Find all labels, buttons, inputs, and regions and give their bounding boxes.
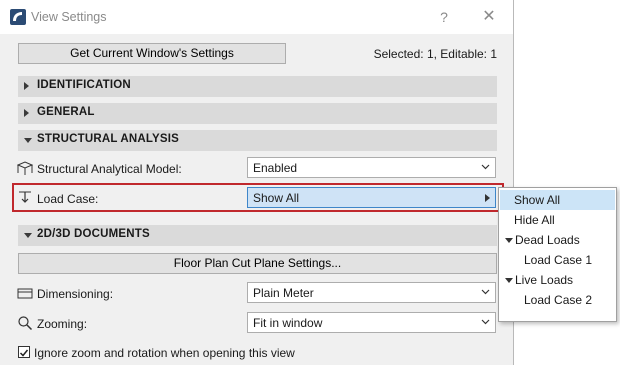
menu-item-show-all[interactable]: Show All (500, 190, 615, 210)
collapse-arrow-icon (505, 238, 513, 243)
section-label: 2D/3D DOCUMENTS (37, 228, 150, 240)
section-structural-analysis[interactable]: STRUCTURAL ANALYSIS (18, 130, 497, 151)
load-case-dropdown-menu: Show All Hide All Dead Loads Load Case 1… (498, 187, 617, 322)
chevron-down-icon (481, 164, 490, 170)
menu-item-label: Load Case 2 (524, 293, 593, 307)
submenu-arrow-icon (485, 194, 490, 202)
dimensioning-label: Dimensioning: (37, 287, 114, 301)
structural-model-icon (17, 161, 33, 175)
collapse-arrow-icon (505, 278, 513, 283)
floor-plan-cut-plane-settings-button[interactable]: Floor Plan Cut Plane Settings... (18, 253, 497, 274)
section-label: STRUCTURAL ANALYSIS (37, 133, 180, 145)
menu-item-label: Hide All (514, 213, 555, 227)
load-case-select[interactable]: Show All (247, 187, 496, 208)
structural-model-label: Structural Analytical Model: (37, 162, 182, 176)
close-button[interactable]: ✕ (478, 6, 500, 28)
load-case-icon (19, 191, 31, 203)
menu-group-live-loads[interactable]: Live Loads (500, 270, 615, 290)
menu-item-hide-all[interactable]: Hide All (500, 210, 615, 230)
menu-item-label: Dead Loads (515, 233, 580, 247)
menu-item-label: Live Loads (515, 273, 574, 287)
zooming-label: Zooming: (37, 317, 88, 331)
collapse-arrow-icon (24, 233, 32, 238)
section-label: GENERAL (37, 106, 95, 118)
ignore-zoom-checkbox[interactable] (18, 346, 30, 358)
collapse-arrow-icon (24, 138, 32, 143)
menu-item-label: Load Case 1 (524, 253, 593, 267)
section-general[interactable]: GENERAL (18, 103, 497, 124)
selected-editable-info: Selected: 1, Editable: 1 (373, 47, 497, 61)
archicad-app-icon (10, 9, 26, 25)
ignore-zoom-label: Ignore zoom and rotation when opening th… (34, 346, 295, 360)
section-identification[interactable]: IDENTIFICATION (18, 76, 497, 97)
chevron-down-icon (481, 319, 490, 325)
dimensioning-value: Plain Meter (253, 286, 314, 300)
menu-item-load-case-2[interactable]: Load Case 2 (500, 290, 615, 310)
zoom-icon (18, 316, 33, 331)
zooming-value: Fit in window (253, 316, 323, 330)
structural-model-value: Enabled (253, 161, 298, 175)
chevron-down-icon (481, 289, 490, 295)
section-2d3d-documents[interactable]: 2D/3D DOCUMENTS (18, 225, 497, 246)
title-bar: View Settings ? ✕ (0, 0, 513, 34)
expand-arrow-icon (24, 109, 29, 117)
load-case-label: Load Case: (37, 192, 99, 206)
window-title: View Settings (31, 10, 107, 24)
expand-arrow-icon (24, 82, 29, 90)
menu-item-label: Show All (514, 193, 561, 207)
help-button[interactable]: ? (433, 6, 455, 28)
zooming-select[interactable]: Fit in window (247, 312, 496, 333)
dimensioning-icon (17, 288, 33, 299)
menu-group-dead-loads[interactable]: Dead Loads (500, 230, 615, 250)
view-settings-dialog: View Settings ? ✕ Get Current Window's S… (0, 0, 514, 365)
dimensioning-select[interactable]: Plain Meter (247, 282, 496, 303)
get-current-window-settings-button[interactable]: Get Current Window's Settings (18, 43, 286, 64)
load-case-value: Show All (253, 191, 300, 205)
menu-item-load-case-1[interactable]: Load Case 1 (500, 250, 615, 270)
section-label: IDENTIFICATION (37, 79, 131, 91)
checkmark-icon (19, 349, 29, 357)
structural-model-select[interactable]: Enabled (247, 157, 496, 178)
